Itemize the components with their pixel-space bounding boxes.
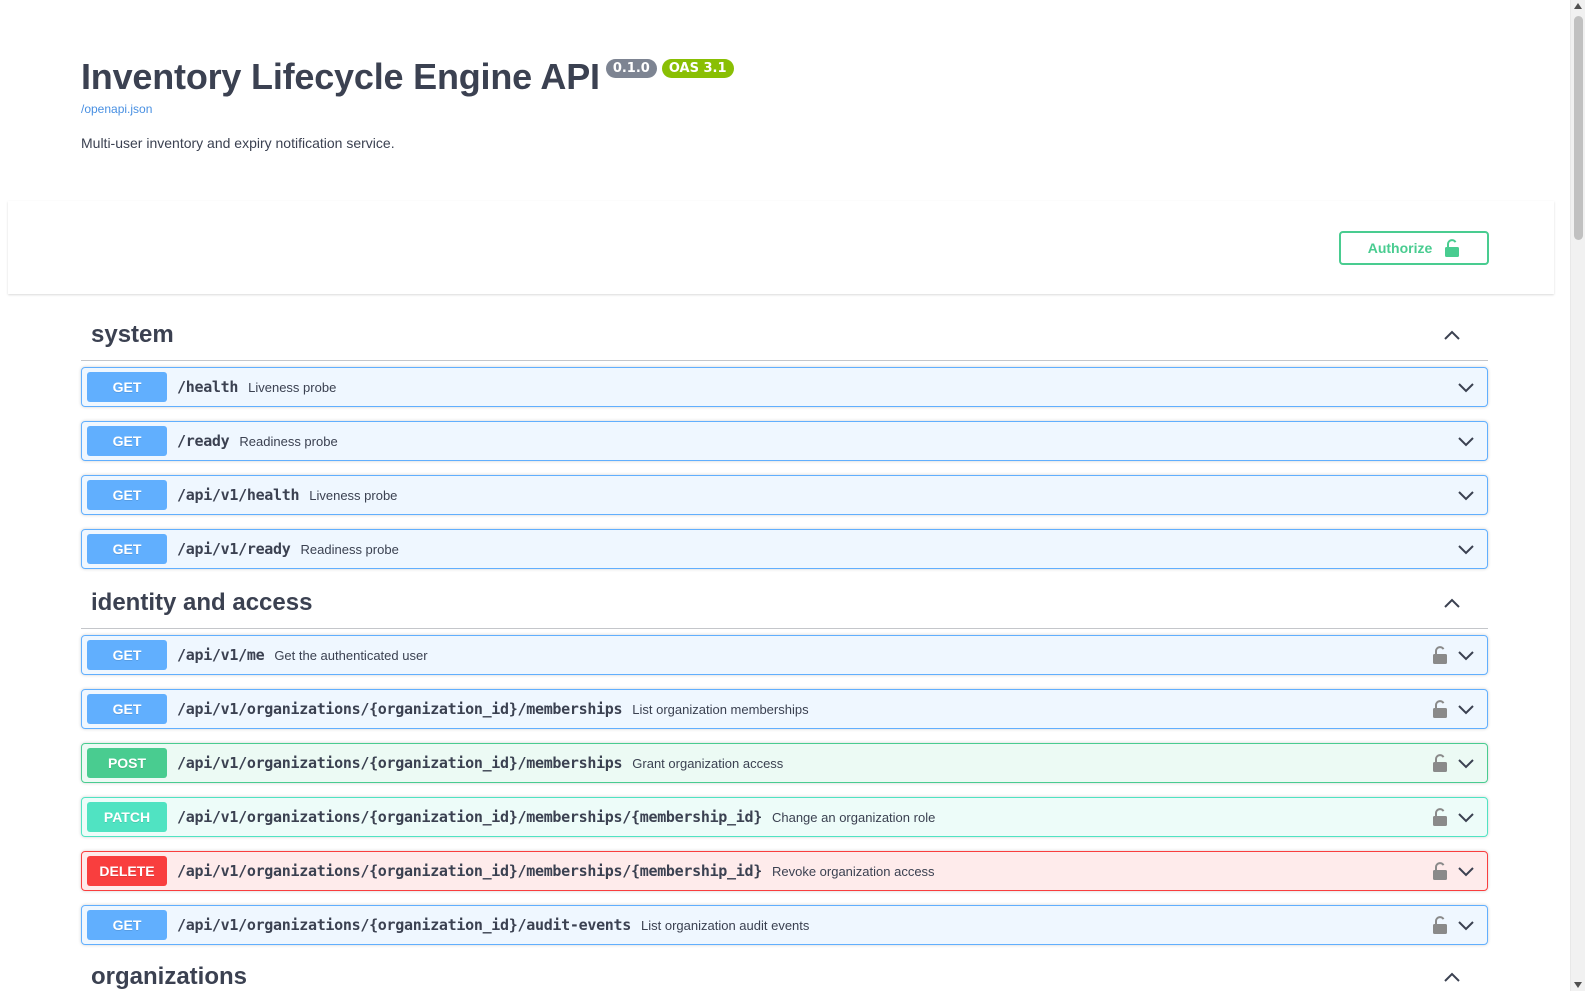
http-method-badge: PATCH: [87, 802, 167, 832]
operation-controls: [1432, 915, 1482, 935]
http-method-badge: GET: [87, 372, 167, 402]
operation-controls: [1456, 539, 1482, 559]
operation-path: /ready: [177, 432, 230, 450]
operation-path: /api/v1/organizations/{organization_id}/…: [177, 754, 623, 772]
scroll-down-arrow-icon[interactable]: [1574, 982, 1582, 988]
http-method-badge: GET: [87, 426, 167, 456]
operation-summary: Liveness probe: [248, 379, 337, 395]
http-method-badge: GET: [87, 910, 167, 940]
operation-row[interactable]: GET/api/v1/me Get the authenticated user: [81, 635, 1488, 675]
chevron-down-icon[interactable]: [1456, 915, 1476, 935]
operation-path: /api/v1/me: [177, 646, 265, 664]
unlocked-lock-icon[interactable]: [1432, 645, 1448, 665]
operation-summary: Revoke organization access: [771, 863, 935, 879]
operation-controls: [1432, 753, 1482, 773]
http-method-badge: DELETE: [87, 856, 167, 886]
operation-controls: [1456, 485, 1482, 505]
vertical-scrollbar[interactable]: [1570, 0, 1585, 991]
scrollbar-thumb[interactable]: [1574, 16, 1583, 240]
unlocked-lock-icon[interactable]: [1432, 699, 1448, 719]
operation-summary: Grant organization access: [632, 755, 784, 771]
chevron-down-icon[interactable]: [1456, 377, 1476, 397]
http-method-badge: GET: [87, 480, 167, 510]
operation-row[interactable]: PATCH/api/v1/organizations/{organization…: [81, 797, 1488, 837]
operation-row[interactable]: GET/api/v1/organizations/{organization_i…: [81, 689, 1488, 729]
operation-row[interactable]: GET/api/v1/organizations/{organization_i…: [81, 905, 1488, 945]
tag-section: system GET/health Liveness probe GET/ready R…: [81, 309, 1488, 583]
chevron-down-icon[interactable]: [1456, 753, 1476, 773]
openapi-spec-link[interactable]: /openapi.json: [81, 102, 734, 116]
chevron-down-icon[interactable]: [1456, 807, 1476, 827]
tag-section: organizations: [81, 951, 1488, 991]
unlocked-lock-icon[interactable]: [1432, 861, 1448, 881]
operation-path: /api/v1/organizations/{organization_id}/…: [177, 916, 632, 934]
scheme-container: Authorize: [8, 201, 1554, 294]
unlocked-lock-icon: [1445, 239, 1460, 257]
tag-name: system: [91, 320, 174, 348]
operation-summary: List organization memberships: [632, 701, 809, 717]
operation-path: /api/v1/organizations/{organization_id}/…: [177, 808, 762, 826]
operation-summary: Readiness probe: [239, 433, 338, 449]
operation-summary: Get the authenticated user: [274, 647, 428, 663]
tag-header[interactable]: organizations: [81, 951, 1488, 991]
chevron-down-icon[interactable]: [1456, 645, 1476, 665]
operation-row[interactable]: GET/api/v1/ready Readiness probe: [81, 529, 1488, 569]
title-row: Inventory Lifecycle Engine API 0.1.0 OAS…: [81, 55, 734, 99]
api-description: Multi-user inventory and expiry notifica…: [81, 135, 395, 151]
operation-row[interactable]: POST/api/v1/organizations/{organization_…: [81, 743, 1488, 783]
unlocked-lock-icon[interactable]: [1432, 753, 1448, 773]
tag-name: identity and access: [91, 588, 313, 616]
operation-row[interactable]: GET/health Liveness probe: [81, 367, 1488, 407]
tag-header[interactable]: system: [81, 309, 1488, 361]
authorize-button[interactable]: Authorize: [1339, 231, 1489, 265]
oas-badge: OAS 3.1: [661, 59, 734, 78]
chevron-down-icon[interactable]: [1456, 485, 1476, 505]
api-title: Inventory Lifecycle Engine API: [81, 56, 600, 97]
swagger-page: Inventory Lifecycle Engine API 0.1.0 OAS…: [0, 0, 1570, 991]
version-badge: 0.1.0: [605, 59, 657, 78]
http-method-badge: GET: [87, 534, 167, 564]
operation-controls: [1432, 861, 1482, 881]
operation-controls: [1456, 431, 1482, 451]
operation-controls: [1432, 807, 1482, 827]
chevron-up-icon[interactable]: [1442, 325, 1462, 345]
chevron-down-icon[interactable]: [1456, 699, 1476, 719]
chevron-up-icon[interactable]: [1442, 967, 1462, 987]
operation-row[interactable]: DELETE/api/v1/organizations/{organizatio…: [81, 851, 1488, 891]
http-method-badge: GET: [87, 694, 167, 724]
unlocked-lock-icon[interactable]: [1432, 915, 1448, 935]
tag-header[interactable]: identity and access: [81, 577, 1488, 629]
operation-summary: Readiness probe: [300, 541, 399, 557]
operation-path: /health: [177, 378, 239, 396]
operation-controls: [1456, 377, 1482, 397]
operation-path: /api/v1/ready: [177, 540, 291, 558]
operation-path: /api/v1/organizations/{organization_id}/…: [177, 700, 623, 718]
operation-path: /api/v1/organizations/{organization_id}/…: [177, 862, 762, 880]
chevron-down-icon[interactable]: [1456, 861, 1476, 881]
tag-section: identity and access GET/api/v1/me Get the …: [81, 577, 1488, 959]
operation-summary: Liveness probe: [309, 487, 398, 503]
authorize-label: Authorize: [1367, 240, 1433, 256]
scroll-up-arrow-icon[interactable]: [1574, 3, 1582, 9]
operation-summary: Change an organization role: [771, 809, 936, 825]
operation-row[interactable]: GET/api/v1/health Liveness probe: [81, 475, 1488, 515]
unlocked-lock-icon[interactable]: [1432, 807, 1448, 827]
http-method-badge: POST: [87, 748, 167, 778]
tag-name: organizations: [91, 962, 248, 990]
chevron-down-icon[interactable]: [1456, 431, 1476, 451]
api-info: Inventory Lifecycle Engine API 0.1.0 OAS…: [81, 55, 734, 116]
operation-path: /api/v1/health: [177, 486, 300, 504]
http-method-badge: GET: [87, 640, 167, 670]
operations-list: GET/api/v1/me Get the authenticated user G…: [81, 629, 1488, 945]
operations-list: GET/health Liveness probe GET/ready Readine…: [81, 361, 1488, 569]
operation-controls: [1432, 645, 1482, 665]
operation-controls: [1432, 699, 1482, 719]
chevron-up-icon[interactable]: [1442, 593, 1462, 613]
chevron-down-icon[interactable]: [1456, 539, 1476, 559]
operation-summary: List organization audit events: [641, 917, 810, 933]
operation-row[interactable]: GET/ready Readiness probe: [81, 421, 1488, 461]
